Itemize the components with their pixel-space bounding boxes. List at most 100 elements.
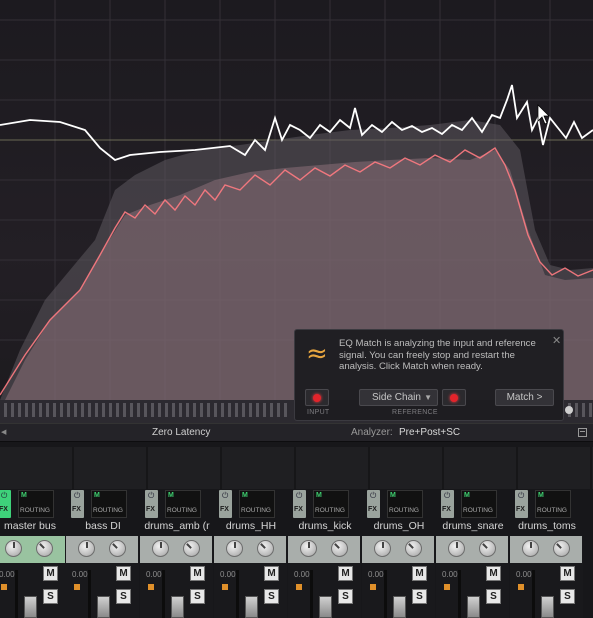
latency-mode[interactable]: Zero Latency	[152, 424, 210, 442]
eq-analyzer-display[interactable]: ≈ EQ Match is analyzing the input and re…	[0, 0, 593, 423]
track-name[interactable]: bass DI	[66, 520, 140, 535]
volume-readout: 0.00	[0, 570, 15, 579]
record-arm-icon[interactable]	[148, 584, 154, 590]
solo-button[interactable]: S	[43, 589, 58, 604]
pan-knob[interactable]	[405, 540, 422, 557]
level-meter	[236, 570, 239, 618]
analyzer-mode[interactable]: Pre+Post+SC	[399, 424, 460, 442]
fx-button[interactable]: ⏻ FX	[71, 490, 84, 518]
solo-button[interactable]: S	[264, 589, 279, 604]
mute-button[interactable]: M	[43, 566, 58, 581]
track-controls: 0.00 M S	[510, 536, 583, 618]
track-name[interactable]: drums_snare	[436, 520, 510, 535]
side-chain-dropdown[interactable]: Side Chain ▼	[359, 389, 438, 406]
power-icon: ⏻	[444, 491, 451, 500]
solo-button[interactable]: S	[190, 589, 205, 604]
record-arm-icon[interactable]	[74, 584, 80, 590]
pan-knob[interactable]	[36, 540, 53, 557]
pan-knob[interactable]	[331, 540, 348, 557]
track-name[interactable]: drums_HH	[214, 520, 288, 535]
routing-button[interactable]: M ROUTING	[387, 490, 423, 518]
fader-handle[interactable]	[393, 596, 406, 618]
volume-readout: 0.00	[368, 570, 384, 579]
fx-button[interactable]: ⏻ FX	[145, 490, 158, 518]
mute-button[interactable]: M	[116, 566, 131, 581]
fader-handle[interactable]	[467, 596, 480, 618]
collapse-icon[interactable]	[578, 428, 587, 437]
fx-button[interactable]: ⏻ FX	[293, 490, 306, 518]
solo-button[interactable]: S	[338, 589, 353, 604]
track-name[interactable]: drums_kick	[288, 520, 362, 535]
volume-readout: 0.00	[516, 570, 532, 579]
solo-button[interactable]: S	[560, 589, 575, 604]
routing-button[interactable]: M ROUTING	[461, 490, 497, 518]
track-name[interactable]: master bus	[0, 520, 67, 535]
fader-handle[interactable]	[97, 596, 110, 618]
routing-button[interactable]: M ROUTING	[239, 490, 275, 518]
volume-knob[interactable]	[300, 540, 317, 557]
fader-handle[interactable]	[24, 596, 37, 618]
record-arm-icon[interactable]	[296, 584, 302, 590]
m-label: M	[242, 492, 248, 499]
routing-button[interactable]: M ROUTING	[313, 490, 349, 518]
record-arm-icon[interactable]	[444, 584, 450, 590]
routing-button[interactable]: M ROUTING	[165, 490, 201, 518]
fx-label: FX	[72, 506, 81, 513]
volume-knob[interactable]	[522, 540, 539, 557]
solo-button[interactable]: S	[412, 589, 427, 604]
input-record-button[interactable]	[305, 389, 329, 406]
track-strip: ⏻ FX M ROUTING bass DI 0.00 M S	[66, 489, 140, 618]
routing-button[interactable]: M ROUTING	[18, 490, 54, 518]
volume-knob[interactable]	[226, 540, 243, 557]
fader-handle[interactable]	[541, 596, 554, 618]
fx-button[interactable]: ⏻ FX	[0, 490, 11, 518]
triangle-left-icon[interactable]: ◀	[1, 424, 6, 442]
level-meter	[162, 570, 165, 618]
volume-knob[interactable]	[152, 540, 169, 557]
mute-button[interactable]: M	[338, 566, 353, 581]
fader-handle[interactable]	[245, 596, 258, 618]
pan-knob[interactable]	[479, 540, 496, 557]
volume-knob[interactable]	[374, 540, 391, 557]
pan-knob[interactable]	[183, 540, 200, 557]
fx-label: FX	[516, 506, 525, 513]
volume-knob[interactable]	[78, 540, 95, 557]
mute-button[interactable]: M	[190, 566, 205, 581]
routing-button[interactable]: M ROUTING	[535, 490, 571, 518]
track-controls: 0.00 M S	[66, 536, 139, 618]
fx-button[interactable]: ⏻ FX	[515, 490, 528, 518]
track-name[interactable]: drums_toms	[510, 520, 584, 535]
pan-knob[interactable]	[109, 540, 126, 557]
record-arm-icon[interactable]	[518, 584, 524, 590]
solo-button[interactable]: S	[116, 589, 131, 604]
pan-knob[interactable]	[257, 540, 274, 557]
fader-handle[interactable]	[319, 596, 332, 618]
mute-button[interactable]: M	[264, 566, 279, 581]
mute-button[interactable]: M	[412, 566, 427, 581]
reference-record-button[interactable]	[442, 389, 466, 406]
track-controls: 0.00 M S	[362, 536, 435, 618]
close-icon[interactable]: ✕	[552, 334, 561, 347]
routing-label: ROUTING	[167, 507, 197, 514]
fader-handle[interactable]	[171, 596, 184, 618]
mute-button[interactable]: M	[486, 566, 501, 581]
mute-button[interactable]: M	[560, 566, 575, 581]
track-name[interactable]: drums_OH	[362, 520, 436, 535]
routing-button[interactable]: M ROUTING	[91, 490, 127, 518]
track-controls: 0.00 M S	[0, 536, 66, 618]
track-name[interactable]: drums_amb (r	[140, 520, 214, 535]
volume-knob[interactable]	[5, 540, 22, 557]
level-meter	[310, 570, 313, 618]
track-controls: 0.00 M S	[140, 536, 213, 618]
record-arm-icon[interactable]	[370, 584, 376, 590]
volume-knob[interactable]	[448, 540, 465, 557]
record-arm-icon[interactable]	[222, 584, 228, 590]
fx-button[interactable]: ⏻ FX	[367, 490, 380, 518]
fx-button[interactable]: ⏻ FX	[219, 490, 232, 518]
pan-knob[interactable]	[553, 540, 570, 557]
fx-button[interactable]: ⏻ FX	[441, 490, 454, 518]
solo-button[interactable]: S	[486, 589, 501, 604]
record-arm-icon[interactable]	[1, 584, 7, 590]
power-icon: ⏻	[148, 491, 155, 500]
match-button[interactable]: Match >	[495, 389, 554, 406]
